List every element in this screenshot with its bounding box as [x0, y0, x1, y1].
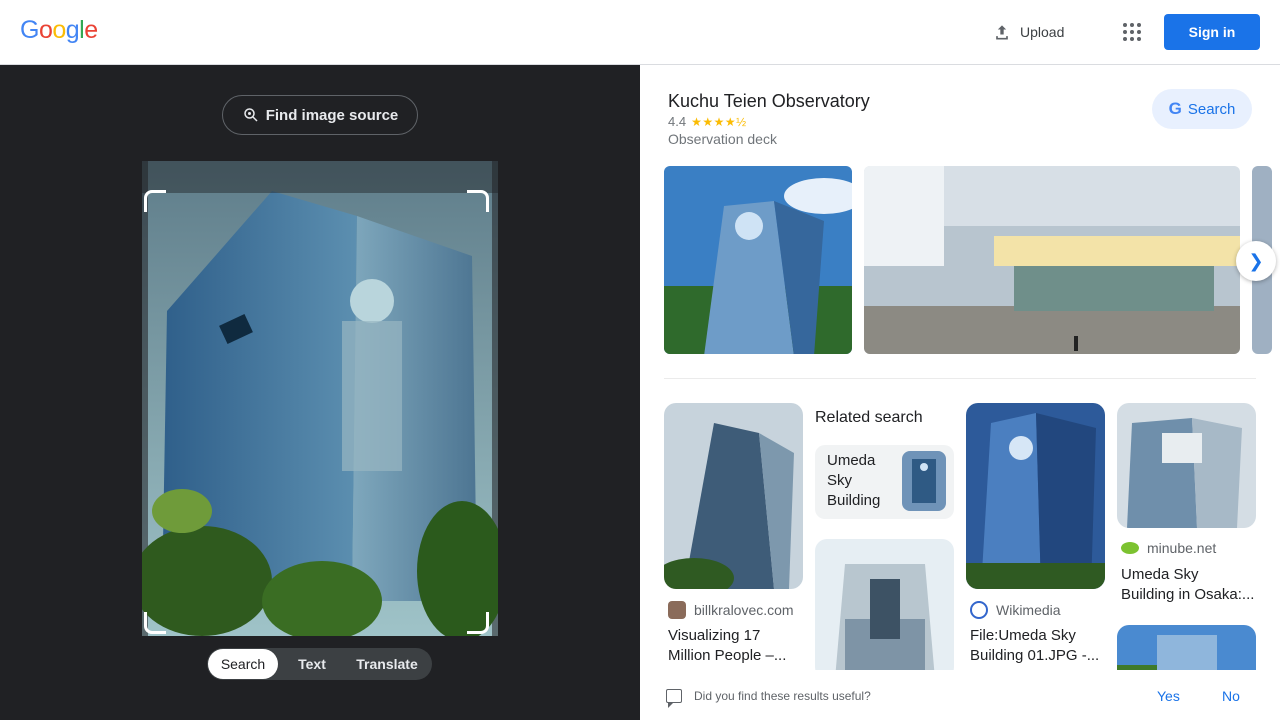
- feedback-yes-button[interactable]: Yes: [1157, 688, 1180, 704]
- rating-stars-icon: ★★★★½: [691, 114, 747, 129]
- chevron-right-icon: ❯: [1248, 250, 1264, 271]
- google-logo[interactable]: Google: [20, 16, 98, 45]
- lens-search-icon: [243, 108, 258, 122]
- apps-grid-icon[interactable]: [1120, 20, 1144, 44]
- mode-translate[interactable]: Translate: [346, 649, 428, 679]
- crop-handle-top-right[interactable]: [467, 190, 489, 212]
- place-photo[interactable]: [864, 166, 1240, 354]
- upload-button[interactable]: Upload: [992, 20, 1064, 44]
- result-image[interactable]: [966, 403, 1105, 589]
- result-title[interactable]: File:Umeda Sky Building 01.JPG -...: [970, 626, 1110, 666]
- google-search-label: Search: [1187, 100, 1236, 118]
- logo-letter: G: [20, 16, 39, 44]
- find-image-source-label: Find image source: [265, 106, 399, 124]
- result-source[interactable]: minube.net: [1121, 540, 1216, 556]
- result-title[interactable]: Umeda Sky Building in Osaka:...: [1121, 565, 1261, 605]
- related-search-chip[interactable]: Umeda Sky Building: [815, 445, 954, 519]
- feedback-question: Did you find these results useful?: [694, 689, 871, 703]
- rating-value: 4.4: [668, 114, 687, 129]
- result-title-line: Umeda Sky: [1121, 566, 1199, 583]
- logo-letter: g: [65, 16, 80, 44]
- place-title[interactable]: Kuchu Teien Observatory: [668, 91, 870, 112]
- place-photo[interactable]: [664, 166, 852, 354]
- find-image-source-button[interactable]: Find image source: [222, 95, 418, 135]
- google-search-button[interactable]: G Search: [1152, 89, 1252, 129]
- result-source-name: minube.net: [1147, 540, 1217, 556]
- result-title-line: Building 01.JPG -...: [970, 647, 1100, 664]
- query-image[interactable]: [142, 161, 498, 636]
- wikimedia-icon: [970, 601, 988, 619]
- upload-icon: [996, 25, 1008, 40]
- result-source-name: Wikimedia: [996, 602, 1061, 618]
- crop-handle-bottom-right[interactable]: [467, 612, 489, 634]
- lens-mode-switcher: Search Text Translate: [207, 648, 432, 680]
- place-rating: 4.4 ★★★★½: [668, 114, 747, 129]
- result-title-line: Visualizing 17: [668, 627, 761, 644]
- result-title-line: Million People –...: [668, 647, 787, 664]
- site-favicon-icon: [1121, 542, 1139, 554]
- mode-text[interactable]: Text: [278, 649, 346, 679]
- related-search-heading: Related search: [815, 409, 923, 426]
- top-bar: Google Upload Sign in: [0, 0, 1280, 65]
- results-panel: Kuchu Teien Observatory 4.4 ★★★★½ Observ…: [640, 65, 1280, 720]
- logo-letter: o: [52, 16, 66, 44]
- logo-letter: o: [38, 16, 53, 44]
- related-search-thumbnail: [902, 451, 946, 511]
- result-title[interactable]: Visualizing 17 Million People –...: [668, 626, 808, 666]
- result-source[interactable]: billkralovec.com: [668, 601, 794, 619]
- related-search-query: Umeda Sky Building: [827, 452, 881, 509]
- crop-handle-bottom-left[interactable]: [144, 612, 166, 634]
- feedback-bar: Did you find these results useful? Yes N…: [640, 670, 1280, 720]
- result-image[interactable]: [664, 403, 803, 589]
- mode-search[interactable]: Search: [208, 649, 278, 679]
- place-type: Observation deck: [668, 131, 777, 147]
- feedback-no-button[interactable]: No: [1222, 688, 1240, 704]
- site-favicon-icon: [668, 601, 686, 619]
- result-title-line: Building in Osaka:...: [1121, 586, 1255, 603]
- section-divider: [664, 378, 1256, 379]
- result-title-line: File:Umeda Sky: [970, 627, 1076, 644]
- upload-label: Upload: [1020, 24, 1065, 40]
- result-source-name: billkralovec.com: [694, 602, 794, 618]
- crop-handle-top-left[interactable]: [144, 190, 166, 212]
- result-source[interactable]: Wikimedia: [970, 601, 1061, 619]
- lens-image-panel: Find image source Search Text Translate: [0, 65, 640, 720]
- logo-letter: e: [84, 16, 98, 44]
- next-images-button[interactable]: ❯: [1236, 241, 1276, 281]
- google-g-icon: G: [1168, 99, 1182, 118]
- result-image[interactable]: [815, 539, 954, 679]
- result-image[interactable]: [1117, 403, 1256, 528]
- feedback-icon: [666, 689, 682, 708]
- sign-in-button[interactable]: Sign in: [1164, 14, 1260, 50]
